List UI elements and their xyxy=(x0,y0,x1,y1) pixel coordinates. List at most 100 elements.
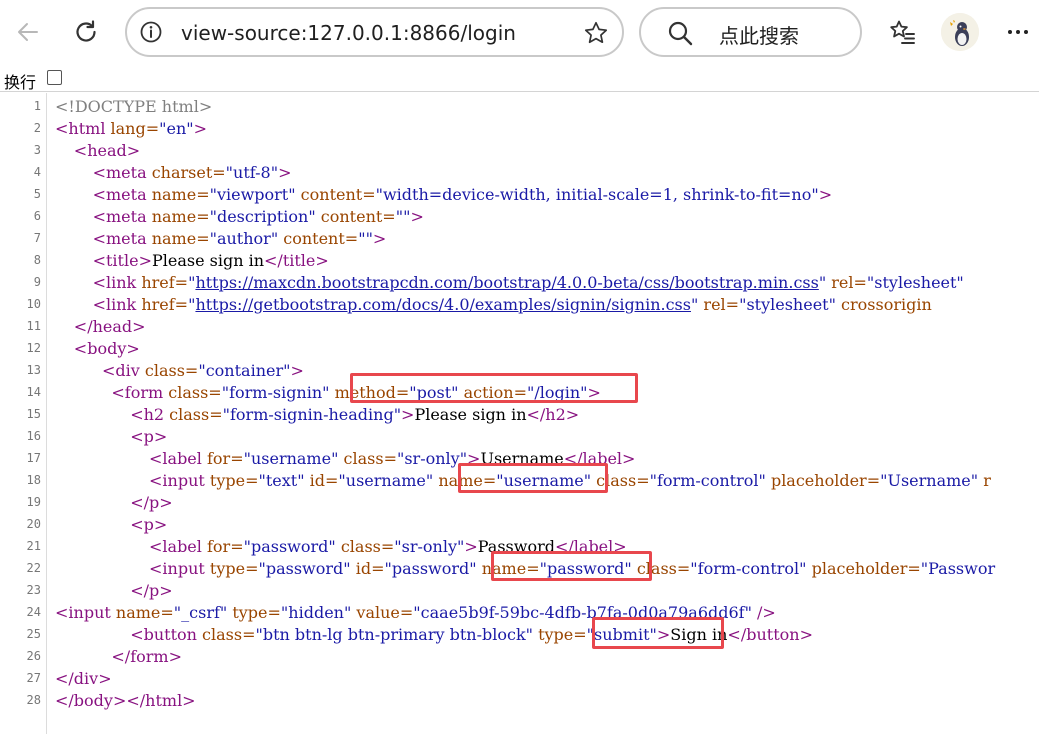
attribute-value-token: "username" xyxy=(496,471,592,490)
attribute-name-token: class= xyxy=(631,559,691,578)
star-icon[interactable] xyxy=(582,19,610,47)
line-code: <p> xyxy=(130,426,167,448)
attribute-name-token: for= xyxy=(206,449,244,468)
reload-button[interactable] xyxy=(66,12,106,52)
search-box[interactable]: 点此搜索 xyxy=(639,7,862,57)
line-code: <html lang="en"> xyxy=(55,118,207,140)
line-number: 20 xyxy=(26,517,41,531)
line-number: 25 xyxy=(26,627,41,641)
source-line: 13 <div class="container"> xyxy=(0,360,1039,382)
attribute-value-token: "Username" xyxy=(880,471,979,490)
more-menu-button[interactable] xyxy=(998,12,1038,52)
attribute-name-token: charset= xyxy=(151,163,226,182)
source-line: 23 </p> xyxy=(0,580,1039,602)
attribute-name-token: class= xyxy=(169,405,223,424)
tag-token: </label> xyxy=(563,449,636,468)
line-number: 24 xyxy=(26,605,41,619)
line-number: 6 xyxy=(33,209,41,223)
attribute-value-token: "password" xyxy=(258,559,351,578)
attribute-name-token: name= xyxy=(151,185,210,204)
attribute-name-token: content= xyxy=(295,185,376,204)
attribute-value-token: "stylesheet" xyxy=(739,295,836,314)
line-code: </p> xyxy=(130,492,172,514)
source-line: 20 <p> xyxy=(0,514,1039,536)
tag-token: </button> xyxy=(727,625,813,644)
tag-token: <head> xyxy=(73,141,141,160)
source-line: 18 <input type="text" id="username" name=… xyxy=(0,470,1039,492)
tag-token: > xyxy=(818,185,833,204)
attribute-value-token: "sr-only" xyxy=(394,537,465,556)
search-placeholder[interactable]: 点此搜索 xyxy=(719,20,799,49)
line-code: <!DOCTYPE html> xyxy=(55,96,212,118)
source-line: 12 <body> xyxy=(0,338,1039,360)
attribute-name-token: crossorigin xyxy=(835,295,932,314)
attribute-name-token: rel= xyxy=(826,273,867,292)
line-code: <input type="password" id="password" nam… xyxy=(149,558,995,580)
source-line: 22 <input type="password" id="password" n… xyxy=(0,558,1039,580)
line-number: 9 xyxy=(33,275,41,289)
attribute-value-token: "form-control" xyxy=(690,559,807,578)
line-code: <h2 class="form-signin-heading">Please s… xyxy=(130,404,579,426)
avatar[interactable] xyxy=(941,13,979,51)
source-line: 7 <meta name="author" content=""> xyxy=(0,228,1039,250)
attribute-value-token: "password" xyxy=(243,537,336,556)
attribute-value-token: "username" xyxy=(243,449,339,468)
attribute-value-token: "width=device-width, initial-scale=1, sh… xyxy=(375,185,819,204)
line-code: <form class="form-signin" method="post" … xyxy=(111,382,601,404)
tag-token: > xyxy=(656,625,671,644)
favorites-list-icon xyxy=(890,20,915,44)
tag-token: > xyxy=(464,537,478,556)
back-button[interactable] xyxy=(8,12,48,52)
favorites-button[interactable] xyxy=(882,12,922,52)
line-code: <body> xyxy=(74,338,140,360)
attribute-value-token: "container" xyxy=(198,361,291,380)
line-code: <meta name="author" content=""> xyxy=(93,228,387,250)
line-code: <input name="_csrf" type="hidden" value=… xyxy=(55,602,776,624)
attribute-name-token: class= xyxy=(338,449,397,468)
tag-token: <p> xyxy=(130,427,168,446)
attribute-name-token: id= xyxy=(304,471,339,490)
line-code: <label for="password" class="sr-only">Pa… xyxy=(149,536,627,558)
line-number: 3 xyxy=(33,143,41,157)
attribute-name-token: name= xyxy=(433,471,497,490)
source-line: 4 <meta charset="utf-8"> xyxy=(0,162,1039,184)
tag-token: </label> xyxy=(554,537,627,556)
line-number: 27 xyxy=(26,671,41,685)
tag-token: <meta xyxy=(92,207,152,226)
tag-token: > xyxy=(290,361,304,380)
address-bar[interactable]: view-source:127.0.0.1:8866/login xyxy=(125,7,624,57)
tag-token: > xyxy=(587,383,601,402)
tag-token: <body> xyxy=(73,339,140,358)
attribute-value-token: "form-signin-heading" xyxy=(222,405,402,424)
attribute-name-token: href= xyxy=(141,273,189,292)
line-code: <link href="https://maxcdn.bootstrapcdn.… xyxy=(93,272,964,294)
line-number: 26 xyxy=(26,649,41,663)
line-code: <meta charset="utf-8"> xyxy=(93,162,292,184)
text-token: Username xyxy=(480,449,564,468)
tag-token: </p> xyxy=(130,581,173,600)
line-wrap-checkbox[interactable] xyxy=(47,70,62,85)
attribute-name-token: rel= xyxy=(698,295,740,314)
attribute-value-token: "" xyxy=(395,207,411,226)
attribute-value-token: "author" xyxy=(209,229,279,248)
address-text[interactable]: view-source:127.0.0.1:8866/login xyxy=(181,21,516,45)
attribute-value-token: "_csrf" xyxy=(173,603,228,622)
line-code: </div> xyxy=(55,668,112,690)
source-line: 14 <form class="form-signin" method="post… xyxy=(0,382,1039,404)
source-line: 2 <html lang="en"> xyxy=(0,118,1039,140)
attribute-value-token: "utf-8" xyxy=(225,163,279,182)
attribute-name-token: content= xyxy=(315,207,396,226)
tag-token: > xyxy=(193,119,208,138)
attribute-value-token: "form-control" xyxy=(649,471,766,490)
link-token[interactable]: https://maxcdn.bootstrapcdn.com/bootstra… xyxy=(195,273,818,292)
line-number: 22 xyxy=(26,561,41,575)
site-info-icon[interactable] xyxy=(137,18,165,46)
line-code: <head> xyxy=(74,140,140,162)
attribute-name-token: type= xyxy=(227,603,281,622)
attribute-value-token: "" xyxy=(358,229,373,248)
line-code: <button class="btn btn-lg btn-primary bt… xyxy=(130,624,813,646)
doctype-token: <!DOCTYPE html> xyxy=(55,97,213,116)
source-line: 25 <button class="btn btn-lg btn-primary … xyxy=(0,624,1039,646)
attribute-name-token: name= xyxy=(151,229,210,248)
link-token[interactable]: https://getbootstrap.com/docs/4.0/exampl… xyxy=(195,295,691,314)
